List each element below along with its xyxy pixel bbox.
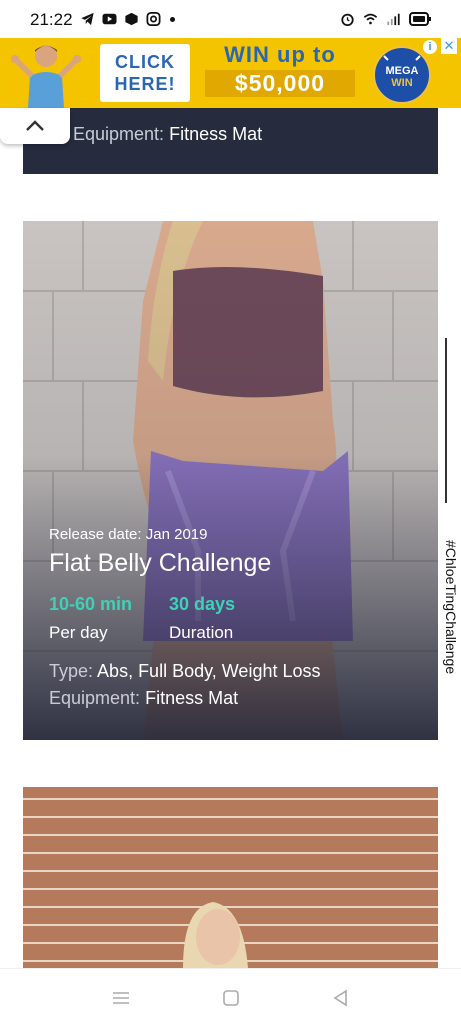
type-label: Type: — [49, 661, 94, 681]
back-icon[interactable] — [330, 987, 352, 1009]
status-bar: 21:22 — [0, 0, 461, 38]
type-value: Abs, Full Body, Weight Loss — [97, 661, 321, 681]
home-icon[interactable] — [220, 987, 242, 1009]
ad-close-icon[interactable]: ✕ — [441, 38, 457, 54]
ad-info-icon[interactable]: i — [423, 40, 437, 54]
system-icons — [340, 12, 431, 26]
box-icon — [125, 12, 138, 26]
release-date: Release date: Jan 2019 — [49, 526, 409, 543]
ad-person-image — [6, 40, 86, 108]
logo-text-2: WIN — [391, 77, 412, 89]
dot-icon — [170, 16, 175, 22]
telegram-icon — [81, 12, 94, 26]
challenge-card[interactable] — [23, 787, 438, 968]
stat-duration: 30 days Duration — [169, 594, 289, 643]
instagram-icon — [146, 12, 161, 26]
youtube-icon — [102, 13, 117, 25]
challenge-card[interactable]: Equipment: Fitness Mat — [23, 108, 438, 174]
card-type: Type: Abs, Full Body, Weight Loss — [49, 661, 409, 682]
stat-per-day: 10-60 min Per day — [49, 594, 169, 643]
card-info: Release date: Jan 2019 Flat Belly Challe… — [49, 526, 409, 709]
card-equipment: Equipment: Fitness Mat — [73, 124, 262, 145]
collapse-ad-button[interactable] — [0, 108, 70, 144]
card-stats: 10-60 min Per day 30 days Duration — [49, 594, 409, 643]
logo-text-1: MEGA — [386, 65, 419, 77]
notification-icons — [80, 12, 175, 26]
status-time: 21:22 — [30, 10, 73, 29]
equipment-label: Equipment: — [49, 688, 141, 708]
hashtag-text: #ChloeTingChallenge — [443, 540, 459, 675]
card-photo — [23, 787, 438, 968]
ad-click-here-button[interactable]: CLICK HERE! — [100, 44, 190, 102]
equipment-value: Fitness Mat — [169, 124, 263, 144]
release-label: Release date: — [49, 526, 142, 543]
side-hashtag: #ChloeTingChallenge — [438, 540, 461, 690]
stat-per-day-value: 10-60 min — [49, 594, 133, 614]
ad-win-line1: WIN up to — [224, 42, 336, 67]
ad-banner[interactable]: CLICK HERE! WIN up to $50,000 MEGA WIN i… — [0, 38, 461, 108]
card-title: Flat Belly Challenge — [49, 549, 272, 577]
mega-win-logo: MEGA WIN — [373, 46, 431, 104]
release-value: Jan 2019 — [145, 526, 208, 543]
challenge-card-flat-belly[interactable]: Release date: Jan 2019 Flat Belly Challe… — [23, 221, 438, 740]
chevron-up-icon — [26, 120, 44, 131]
scroll-indicator[interactable] — [445, 338, 447, 503]
equipment-value: Fitness Mat — [145, 688, 239, 708]
system-nav-bar — [0, 968, 461, 1025]
wifi-icon — [363, 13, 378, 25]
card-equipment: Equipment: Fitness Mat — [49, 688, 409, 709]
alarm-icon — [341, 13, 354, 26]
stat-per-day-label: Per day — [49, 623, 108, 642]
menu-icon[interactable] — [110, 987, 132, 1009]
ad-click-line2: HERE! — [114, 74, 176, 94]
ad-win-line2: $50,000 — [205, 70, 355, 97]
ad-click-line1: CLICK — [115, 52, 175, 72]
stat-duration-value: 30 days — [169, 594, 236, 614]
stat-duration-label: Duration — [169, 623, 234, 642]
equipment-label: Equipment: — [73, 124, 165, 144]
signal-icon — [387, 13, 400, 26]
ad-headline: WIN up to $50,000 — [205, 42, 355, 97]
battery-icon — [409, 12, 431, 26]
